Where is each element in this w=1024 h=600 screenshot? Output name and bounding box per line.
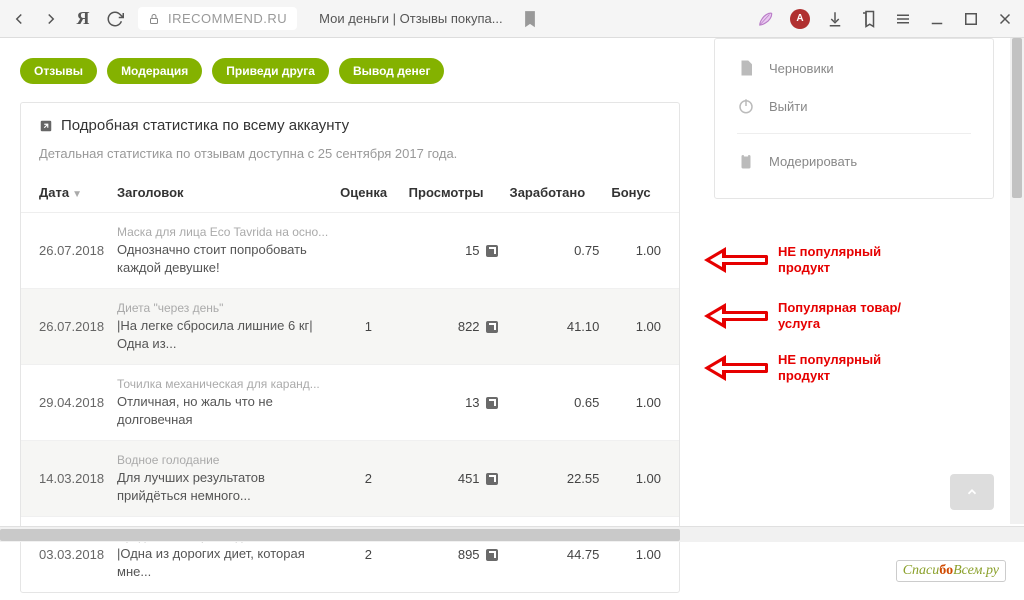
arrow-icon bbox=[704, 305, 768, 327]
watermark: СпасибоВсем.ру bbox=[896, 560, 1006, 582]
minimize-icon[interactable] bbox=[928, 10, 946, 28]
main-content: Отзывы Модерация Приведи друга Вывод ден… bbox=[0, 38, 680, 600]
sort-desc-icon: ▼ bbox=[72, 189, 82, 200]
cell-rating: 1 bbox=[334, 289, 403, 365]
stats-panel: Подробная статистика по всему аккаунту Д… bbox=[20, 102, 680, 593]
address-bar[interactable]: IRECOMMEND.RU bbox=[138, 7, 297, 30]
tab-moderation[interactable]: Модерация bbox=[107, 58, 202, 84]
cell-bonus: 1.00 bbox=[605, 289, 679, 365]
cell-title: Маска для лица Eco Tavrida на осно...Одн… bbox=[111, 213, 334, 289]
cell-views: 13 bbox=[403, 365, 504, 441]
reload-icon[interactable] bbox=[106, 10, 124, 28]
sidebar-item-label: Черновики bbox=[769, 61, 834, 76]
panel-title: Подробная статистика по всему аккаунту bbox=[61, 117, 349, 134]
scroll-to-top-button[interactable] bbox=[950, 474, 994, 510]
table-row[interactable]: 26.07.2018Диета "через день"|На легке сб… bbox=[21, 289, 679, 365]
cell-date: 26.07.2018 bbox=[21, 289, 111, 365]
close-icon[interactable] bbox=[996, 10, 1014, 28]
nav-tabs: Отзывы Модерация Приведи друга Вывод ден… bbox=[20, 58, 680, 84]
external-link-icon[interactable] bbox=[486, 397, 498, 409]
col-earned[interactable]: Заработано bbox=[504, 175, 606, 213]
sidebar-drafts[interactable]: Черновики bbox=[737, 49, 971, 87]
cell-title: Точилка механическая для каранд...Отличн… bbox=[111, 365, 334, 441]
cell-bonus: 1.00 bbox=[605, 213, 679, 289]
feather-icon[interactable] bbox=[756, 8, 774, 30]
sidebar-moderate[interactable]: Модерировать bbox=[737, 142, 971, 180]
cell-views: 822 bbox=[403, 289, 504, 365]
cell-date: 26.07.2018 bbox=[21, 213, 111, 289]
url-domain: IRECOMMEND.RU bbox=[168, 11, 287, 26]
sidebar-item-label: Выйти bbox=[769, 99, 808, 114]
sidebar-item-label: Модерировать bbox=[769, 154, 857, 169]
arrow-icon bbox=[704, 357, 768, 379]
bookmark-icon[interactable] bbox=[521, 10, 539, 28]
tab-withdraw[interactable]: Вывод денег bbox=[339, 58, 444, 84]
vertical-scrollbar[interactable] bbox=[1010, 38, 1024, 524]
col-date[interactable]: Дата▼ bbox=[21, 175, 111, 213]
annotation: Популярная товар/услуга bbox=[704, 300, 908, 333]
back-icon[interactable] bbox=[10, 10, 28, 28]
separator bbox=[737, 133, 971, 134]
menu-icon[interactable] bbox=[894, 10, 912, 28]
table-row[interactable]: 14.03.2018Водное голоданиеДля лучших рез… bbox=[21, 441, 679, 517]
cell-views: 15 bbox=[403, 213, 504, 289]
cell-rating bbox=[334, 213, 403, 289]
sidebar-card: Черновики Выйти Модерировать bbox=[714, 38, 994, 199]
cell-title: Водное голоданиеДля лучших результатов п… bbox=[111, 441, 334, 517]
maximize-icon[interactable] bbox=[962, 10, 980, 28]
cell-title: Диета "через день"|На легке сбросила лиш… bbox=[111, 289, 334, 365]
page-title: Мои деньги | Отзывы покупа... bbox=[319, 11, 502, 26]
annotation-text: НЕ популярный продукт bbox=[778, 244, 908, 277]
panel-subtitle: Детальная статистика по отзывам доступна… bbox=[21, 140, 679, 175]
horizontal-scrollbar[interactable] bbox=[0, 526, 1024, 542]
cell-date: 29.04.2018 bbox=[21, 365, 111, 441]
browser-toolbar: Я IRECOMMEND.RU Мои деньги | Отзывы поку… bbox=[0, 0, 1024, 38]
annotation: НЕ популярный продукт bbox=[704, 352, 908, 385]
cell-views: 451 bbox=[403, 441, 504, 517]
col-bonus[interactable]: Бонус bbox=[605, 175, 679, 213]
cell-bonus: 1.00 bbox=[605, 365, 679, 441]
annotation-text: Популярная товар/услуга bbox=[778, 300, 908, 333]
arrow-icon bbox=[704, 249, 768, 271]
tab-referral[interactable]: Приведи друга bbox=[212, 58, 329, 84]
tab-reviews[interactable]: Отзывы bbox=[20, 58, 97, 84]
annotation-text: НЕ популярный продукт bbox=[778, 352, 908, 385]
cell-earned: 41.10 bbox=[504, 289, 606, 365]
table-row[interactable]: 29.04.2018Точилка механическая для каран… bbox=[21, 365, 679, 441]
col-views[interactable]: Просмотры bbox=[403, 175, 504, 213]
annotation: НЕ популярный продукт bbox=[704, 244, 908, 277]
download-icon[interactable] bbox=[826, 10, 844, 28]
forward-icon[interactable] bbox=[42, 10, 60, 28]
external-link-icon[interactable] bbox=[486, 549, 498, 561]
col-rating[interactable]: Оценка bbox=[334, 175, 403, 213]
cell-earned: 0.65 bbox=[504, 365, 606, 441]
external-link-icon[interactable] bbox=[486, 473, 498, 485]
external-link-icon[interactable] bbox=[486, 321, 498, 333]
adblock-icon[interactable]: A bbox=[790, 9, 810, 29]
external-link-icon[interactable] bbox=[486, 245, 498, 257]
clipboard-icon bbox=[737, 152, 755, 170]
power-icon bbox=[737, 97, 755, 115]
sidebar-logout[interactable]: Выйти bbox=[737, 87, 971, 125]
cell-rating: 2 bbox=[334, 441, 403, 517]
cell-earned: 0.75 bbox=[504, 213, 606, 289]
bookmarks-icon[interactable] bbox=[860, 10, 878, 28]
col-title[interactable]: Заголовок bbox=[111, 175, 334, 213]
expand-icon[interactable] bbox=[39, 119, 53, 133]
cell-rating bbox=[334, 365, 403, 441]
cell-date: 14.03.2018 bbox=[21, 441, 111, 517]
cell-bonus: 1.00 bbox=[605, 441, 679, 517]
file-icon bbox=[737, 59, 755, 77]
table-row[interactable]: 26.07.2018Маска для лица Eco Tavrida на … bbox=[21, 213, 679, 289]
lock-icon bbox=[148, 13, 160, 25]
yandex-icon[interactable]: Я bbox=[74, 10, 92, 28]
cell-earned: 22.55 bbox=[504, 441, 606, 517]
